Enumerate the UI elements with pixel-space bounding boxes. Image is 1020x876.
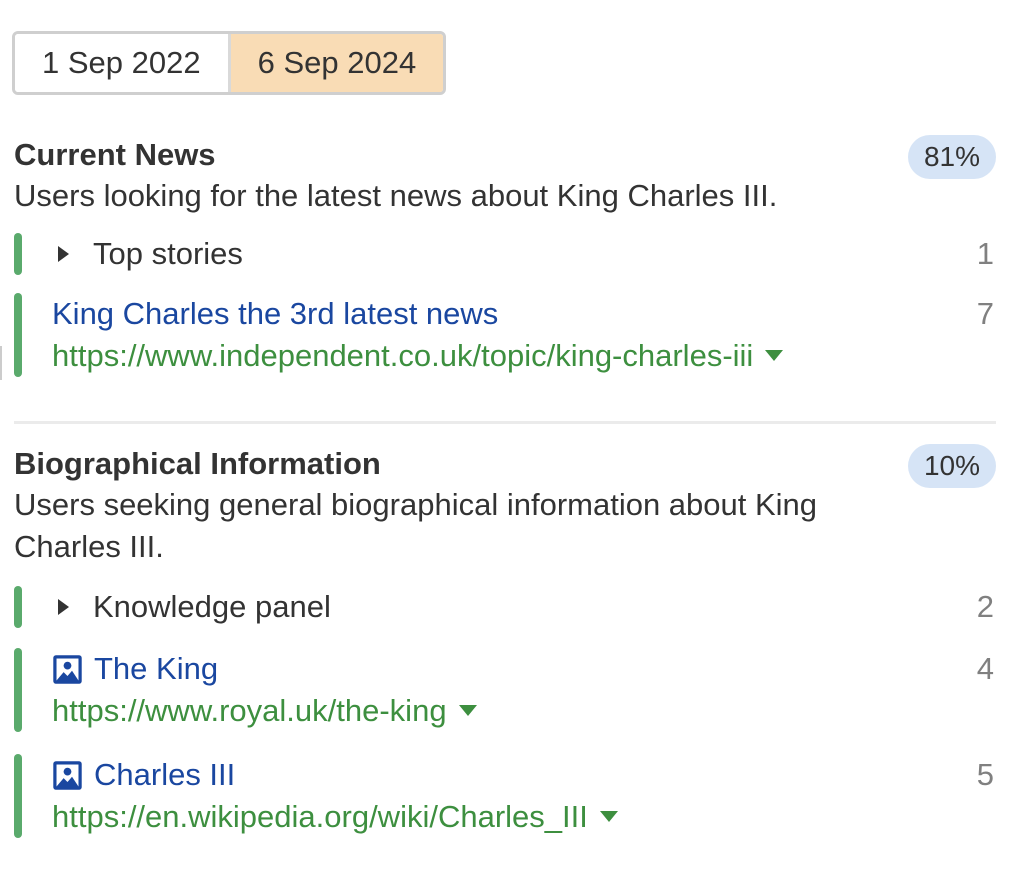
accent-bar: [14, 586, 22, 628]
position-number: 5: [976, 757, 994, 792]
url-text: https://www.royal.uk/the-king: [52, 693, 447, 728]
result-row: Charles III https://en.wikipedia.org/wik…: [14, 754, 996, 838]
serp-feature-row: Top stories 1: [14, 233, 996, 275]
accent-bar: [14, 293, 22, 377]
result-url[interactable]: https://www.independent.co.uk/topic/king…: [52, 335, 996, 377]
result-title-link[interactable]: Charles III: [52, 754, 235, 796]
position-number: 7: [976, 296, 994, 331]
image-icon: [53, 760, 82, 790]
image-icon: [53, 654, 82, 684]
url-text: https://en.wikipedia.org/wiki/Charles_II…: [52, 799, 588, 834]
result-url[interactable]: https://www.royal.uk/the-king: [52, 690, 996, 732]
date-option-2024-selected[interactable]: 6 Sep 2024: [227, 34, 444, 92]
scroll-stub: [0, 346, 2, 380]
intent-section-biographical-information: Biographical Information 10% Users seeki…: [14, 444, 996, 838]
position-number: 1: [976, 236, 994, 271]
triangle-right-icon: [58, 245, 69, 262]
feature-label: Top stories: [93, 236, 243, 271]
result-title-text: The King: [94, 651, 219, 686]
percent-badge: 10%: [907, 444, 996, 488]
accent-bar: [14, 754, 22, 838]
result-title-link[interactable]: King Charles the 3rd latest news: [52, 293, 498, 335]
serp-feature-row: Knowledge panel 2: [14, 586, 996, 628]
url-text: https://www.independent.co.uk/topic/king…: [52, 338, 754, 373]
caret-down-icon[interactable]: [765, 350, 784, 362]
serp-feature-toggle[interactable]: Knowledge panel: [52, 586, 996, 628]
accent-bar: [14, 233, 22, 275]
result-row: The King https://www.royal.uk/the-king 4: [14, 648, 996, 732]
serp-feature-toggle[interactable]: Top stories: [52, 233, 996, 275]
section-description: Users looking for the latest news about …: [14, 178, 778, 213]
section-divider: [14, 421, 996, 424]
accent-bar: [14, 648, 22, 732]
section-title: Biographical Information: [14, 446, 381, 481]
feature-label: Knowledge panel: [93, 589, 331, 624]
section-title: Current News: [14, 137, 216, 172]
date-option-2022[interactable]: 1 Sep 2022: [15, 34, 228, 92]
result-row: King Charles the 3rd latest news https:/…: [14, 293, 996, 377]
caret-down-icon[interactable]: [458, 705, 477, 717]
caret-down-icon[interactable]: [599, 811, 618, 823]
position-number: 2: [976, 589, 994, 624]
position-number: 4: [976, 651, 994, 686]
triangle-right-icon: [58, 598, 69, 615]
date-toggle: 1 Sep 2022 6 Sep 2024: [12, 31, 447, 95]
intent-section-current-news: Current News 81% Users looking for the l…: [14, 135, 996, 377]
percent-badge: 81%: [907, 135, 996, 179]
section-description: Users seeking general biographical infor…: [14, 487, 818, 564]
result-title-text: Charles III: [94, 757, 236, 792]
result-title-link[interactable]: The King: [52, 648, 218, 690]
result-url[interactable]: https://en.wikipedia.org/wiki/Charles_II…: [52, 796, 996, 838]
